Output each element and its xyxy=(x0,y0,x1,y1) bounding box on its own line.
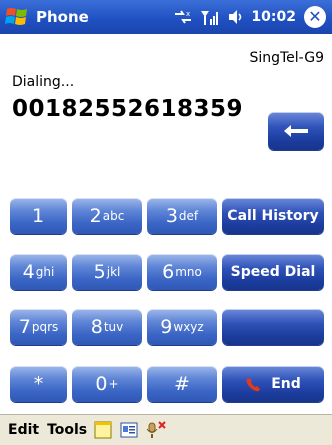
title-bar: Phone x 10:02 ✕ xyxy=(0,0,332,34)
windows-start-icon[interactable] xyxy=(4,4,30,30)
key-3[interactable]: 3 def xyxy=(147,198,217,234)
key-6[interactable]: 6 mno xyxy=(147,254,217,290)
speed-dial-button[interactable]: Speed Dial xyxy=(222,254,324,290)
note-icon[interactable] xyxy=(93,420,113,440)
dialed-number: 00182552618359 xyxy=(12,96,244,122)
end-call-button[interactable]: End xyxy=(222,366,324,402)
clock[interactable]: 10:02 xyxy=(251,9,296,25)
key-8[interactable]: 8 tuv xyxy=(72,309,142,345)
carrier-name: SingTel-G9 xyxy=(249,50,324,66)
mute-microphone-icon[interactable] xyxy=(145,420,167,440)
backspace-button[interactable] xyxy=(268,112,324,150)
key-0[interactable]: 0 + xyxy=(72,366,142,402)
status-tray: x 10:02 ✕ xyxy=(173,0,326,34)
call-status: Dialing... xyxy=(12,74,75,90)
key-2[interactable]: 2 abc xyxy=(72,198,142,234)
key-hash[interactable]: # xyxy=(147,366,217,402)
app-title: Phone xyxy=(36,8,89,26)
backspace-arrow-icon xyxy=(284,125,308,137)
volume-icon[interactable] xyxy=(227,8,245,26)
key-9[interactable]: 9 wxyz xyxy=(147,309,217,345)
key-star[interactable]: * xyxy=(10,366,67,402)
blank-command-button[interactable] xyxy=(222,309,324,345)
connectivity-icon[interactable]: x xyxy=(173,8,193,26)
key-4[interactable]: 4 ghi xyxy=(10,254,67,290)
key-1[interactable]: 1 xyxy=(10,198,67,234)
edit-menu[interactable]: Edit xyxy=(8,422,39,438)
key-5[interactable]: 5 jkl xyxy=(72,254,142,290)
svg-text:x: x xyxy=(186,10,190,18)
call-history-button[interactable]: Call History xyxy=(222,198,324,234)
signal-icon[interactable] xyxy=(199,8,221,26)
tools-menu[interactable]: Tools xyxy=(47,422,87,438)
contact-card-icon[interactable] xyxy=(119,420,139,440)
menu-bar: Edit Tools xyxy=(0,414,332,445)
close-icon[interactable]: ✕ xyxy=(304,6,326,28)
key-7[interactable]: 7 pqrs xyxy=(10,309,67,345)
end-call-icon xyxy=(246,378,261,392)
